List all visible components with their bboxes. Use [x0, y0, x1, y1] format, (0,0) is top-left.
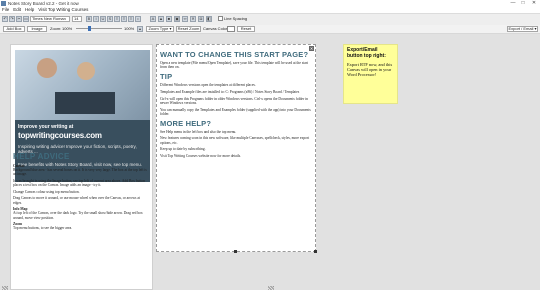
zoom-slider-thumb[interactable]	[88, 26, 91, 31]
more-help-heading: MORE HELP?	[160, 118, 212, 128]
box-color-icon[interactable]: ■	[166, 16, 172, 22]
zoom-value: 100%	[62, 26, 73, 31]
italic-icon[interactable]: I	[93, 16, 99, 22]
zoom-value-secondary: 100%	[124, 26, 135, 31]
layers-icon[interactable]: ◧	[206, 16, 212, 22]
bold-icon[interactable]: B	[86, 16, 92, 22]
image-icon[interactable]: ▣	[174, 16, 180, 22]
tip-paragraph: Templates and Example files are installe…	[160, 89, 300, 94]
line-spacing-checkbox[interactable]	[218, 16, 223, 21]
help-advice-heading: HELP ADVICE	[13, 152, 70, 161]
start-page-heading: WANT TO CHANGE THIS START PAGE?	[160, 50, 309, 59]
note-heading: Export/Email button top right:	[347, 47, 386, 59]
redo-icon[interactable]: ↷	[9, 16, 15, 22]
add-box-button[interactable]: Add Box	[3, 26, 25, 32]
menu-help[interactable]: Help	[25, 7, 34, 12]
site-name[interactable]: topwritingcourses.com	[18, 131, 102, 140]
paste-icon[interactable]: ▭	[23, 16, 29, 22]
promo-photo	[15, 50, 150, 120]
delete-icon[interactable]: ✕	[190, 16, 196, 22]
help-paragraph: Canvas Background blue area - has several…	[13, 164, 147, 177]
zoom-stepper-icon[interactable]: ▴	[137, 26, 143, 32]
start-page-text-box[interactable]: ✕ WANT TO CHANGE THIS START PAGE? Open a…	[156, 44, 316, 252]
menu-edit[interactable]: Edit	[13, 7, 21, 12]
more-help-paragraph: Visit Top Writing Courses website now fo…	[160, 154, 242, 159]
tip-paragraph: Different Windows versions open the temp…	[160, 83, 256, 87]
zoom-type-button[interactable]: Zoom Type ▾	[146, 26, 174, 32]
tip-paragraph: You can manually copy the Templates and …	[160, 107, 311, 116]
canvas-toolbar: Add Box Image Zoom: 100% 100% ▴ Zoom Typ…	[0, 25, 540, 34]
more-help-paragraph: New features coming soon in this new sof…	[160, 136, 310, 145]
start-page-paragraph: Open a new template (File menu/Open Temp…	[160, 61, 309, 70]
strikethrough-icon[interactable]: S	[107, 16, 113, 22]
align-left-icon[interactable]: ≡	[114, 16, 120, 22]
canvas-color-label: Canvas Color:	[203, 26, 229, 31]
window-title: Notes Story Board v2.2 - Get it now	[8, 0, 79, 6]
tip-paragraph: Ctrl-x will open this Programs folder in…	[160, 96, 308, 105]
zoom-label: Zoom:	[50, 26, 62, 31]
laptop-image	[55, 92, 115, 114]
lock-icon[interactable]: ◘	[198, 16, 204, 22]
canvas-color-swatch[interactable]	[227, 26, 235, 32]
bullets-icon[interactable]: •	[135, 16, 141, 22]
help-paragraph: Zoom Top menu buttons, to see the bigger …	[13, 222, 73, 231]
line-spacing-label: Line Spacing	[224, 16, 248, 21]
help-paragraph: Drag Canvas to move it around, or use mo…	[13, 196, 140, 205]
reset-zoom-button[interactable]: Reset Zoom	[176, 26, 201, 32]
help-advice-body: Canvas Background blue area - has several…	[13, 164, 149, 233]
more-help-paragraph: Keep up to date by subscribing.	[160, 147, 206, 152]
cut-icon[interactable]: ✂	[16, 16, 22, 22]
more-help-paragraph: See Help menu in the left box and also t…	[160, 129, 237, 134]
resize-handle[interactable]	[314, 250, 317, 253]
help-paragraph: Info Map At top left of the Canvas, over …	[13, 207, 143, 220]
font-family-select[interactable]: Times New Roman	[30, 16, 70, 22]
link-icon[interactable]: ∞	[182, 16, 188, 22]
undo-icon[interactable]: ↶	[2, 16, 8, 22]
menu-visit-top-writing-courses[interactable]: Visit Top Writing Courses	[38, 7, 88, 12]
align-right-icon[interactable]: ≡	[128, 16, 134, 22]
highlight-icon[interactable]: ▲	[158, 16, 164, 22]
app-icon	[1, 0, 6, 6]
export-tip-note[interactable]: Export/Email button top right: Export RT…	[343, 44, 398, 104]
image-button[interactable]: Image	[27, 26, 47, 32]
improve-label: Improve your writing at	[18, 124, 74, 130]
line-spacing[interactable]: Line Spacing	[218, 16, 247, 21]
underline-icon[interactable]: U	[100, 16, 106, 22]
note-body: Export RTF now, and this Canvas will ope…	[347, 62, 393, 77]
menu-bar: File Edit Help Visit Top Writing Courses	[0, 6, 540, 12]
person-image	[37, 58, 57, 78]
export-email-button[interactable]: Export / Email ▾	[507, 26, 538, 32]
help-paragraph: It was brought in using the Image button…	[13, 179, 146, 188]
reset-button[interactable]: Reset	[237, 26, 255, 32]
canvas-edge-arrow[interactable]	[268, 286, 274, 290]
align-center-icon[interactable]: ≡	[121, 16, 127, 22]
menu-file[interactable]: File	[2, 7, 9, 12]
text-color-icon[interactable]: A	[150, 16, 156, 22]
resize-handle[interactable]	[234, 250, 237, 253]
person-image	[77, 62, 95, 80]
font-size-select[interactable]: 14	[72, 16, 82, 22]
help-paragraph: Change Canvas colour using top menu butt…	[13, 189, 80, 194]
tip-heading: TIP	[160, 72, 173, 81]
zoom-slider[interactable]	[76, 28, 122, 29]
canvas-edge-arrow[interactable]	[2, 286, 8, 290]
